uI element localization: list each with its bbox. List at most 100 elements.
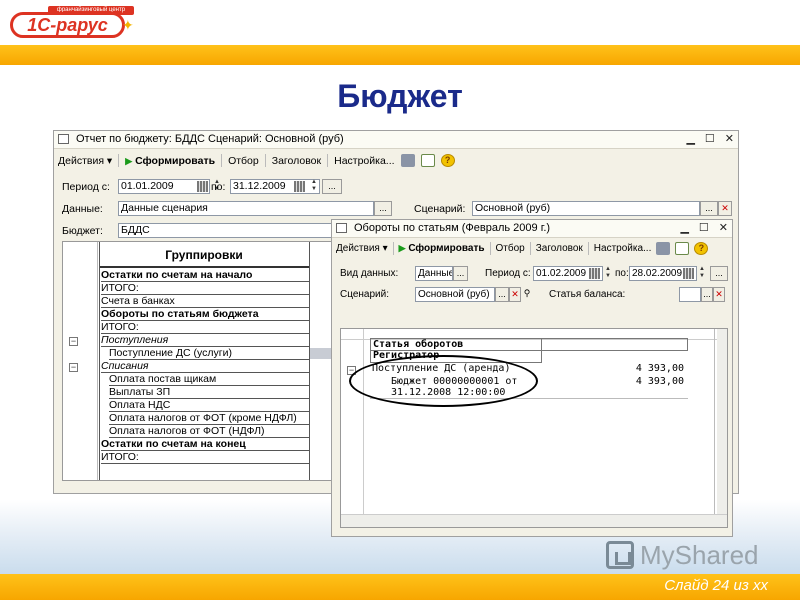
period-from-label: Период с: [62, 181, 110, 193]
collapse-icon[interactable]: − [69, 363, 78, 372]
actions-menu[interactable]: Действия ▾ [58, 155, 112, 167]
data-select-button[interactable]: ... [374, 201, 392, 216]
generate-button[interactable]: ▶ Сформировать [125, 155, 215, 167]
report-subrow-value[interactable]: 4 393,00 [542, 376, 684, 389]
vertical-scrollbar[interactable] [717, 329, 727, 527]
play-icon: ▶ [398, 243, 406, 253]
star-icon: ✦ [122, 17, 134, 33]
grid-row[interactable]: Остатки по счетам на начало [101, 269, 309, 282]
save-settings-icon[interactable] [656, 242, 671, 255]
grid-row[interactable]: Поступления [101, 334, 309, 347]
scenario-select-button[interactable]: ... [700, 201, 718, 216]
grid-row[interactable]: Оплата налогов от ФОТ (НДФЛ) [109, 425, 309, 438]
window-title: Отчет по бюджету: БДДС Сценарий: Основно… [76, 133, 344, 145]
window-icon [58, 134, 69, 144]
spin-icon[interactable]: ▲ ▼ [603, 266, 613, 281]
calendar-icon[interactable] [589, 268, 600, 279]
window-titlebar[interactable]: Отчет по бюджету: БДДС Сценарий: Основно… [54, 131, 738, 149]
toolbar-separator [264, 154, 266, 167]
close-button[interactable]: ✕ [725, 132, 734, 145]
report-row-value[interactable]: 4 393,00 [542, 363, 684, 376]
settings-button[interactable]: Настройка... [334, 155, 394, 167]
article-label: Статья баланса: [549, 289, 626, 300]
window-title: Обороты по статьям (Февраль 2009 г.) [354, 222, 551, 234]
grid-row[interactable]: Счета в банках [101, 295, 309, 308]
period-to-field[interactable]: 31.12.2009 [230, 179, 320, 194]
scenario-clear-button[interactable]: ✕ [509, 287, 521, 302]
horizontal-scrollbar[interactable] [341, 514, 727, 527]
watermark-text: MyShared [640, 539, 759, 570]
filter-button[interactable]: Отбор [228, 155, 259, 167]
calendar-icon[interactable] [197, 181, 208, 192]
grid-row[interactable]: Остатки по счетам на конец [101, 438, 309, 451]
header-button[interactable]: Заголовок [536, 243, 583, 254]
maximize-button[interactable]: ☐ [699, 221, 709, 234]
settings-button[interactable]: Настройка... [594, 243, 652, 254]
grid-row[interactable]: Оплата постав щикам [109, 373, 309, 386]
collapse-icon[interactable]: − [69, 337, 78, 346]
toolbar-separator [587, 242, 589, 255]
generate-button[interactable]: ▶ Сформировать [399, 243, 485, 254]
toolbar-separator [489, 242, 491, 255]
watermark: MyShared [606, 538, 759, 572]
data-label: Данные: [62, 203, 103, 215]
grid-row[interactable]: Списания [101, 360, 309, 373]
calendar-icon[interactable] [683, 268, 694, 279]
search-icon[interactable]: ⚲ [521, 287, 533, 302]
slide-title: Бюджет [337, 78, 463, 114]
toolbar-separator [392, 242, 394, 255]
filter-button[interactable]: Отбор [496, 243, 525, 254]
scenario-label: Сценарий: [414, 203, 466, 215]
header-button[interactable]: Заголовок [272, 155, 321, 167]
grid-row[interactable]: Оплата налогов от ФОТ (кроме НДФЛ) [109, 412, 309, 425]
period-to-label-visible: по: [211, 181, 226, 193]
grid-row[interactable]: Обороты по статьям бюджета [101, 308, 309, 321]
spin-icon[interactable]: ▲ ▼ [309, 179, 319, 194]
scenario-field[interactable]: Основной (руб) [472, 201, 700, 216]
grid-row[interactable]: Поступление ДС (услуги) [109, 347, 309, 360]
article-clear-button[interactable]: ✕ [713, 287, 725, 302]
minimize-button[interactable]: ▁ [686, 132, 694, 145]
maximize-button[interactable]: ☐ [705, 132, 715, 145]
toolbar: Действия ▾ ▶ Сформировать Отбор Заголово… [334, 239, 730, 258]
restore-settings-icon[interactable] [420, 154, 435, 167]
close-button[interactable]: ✕ [719, 221, 728, 234]
view-label: Вид данных: [340, 268, 399, 279]
grid-row[interactable]: ИТОГО: [101, 451, 309, 464]
scenario-select-button[interactable]: ... [495, 287, 509, 302]
highlight-ellipse [349, 355, 538, 407]
article-select-button[interactable]: ... [701, 287, 713, 302]
grid-row[interactable]: Оплата НДС [109, 399, 309, 412]
restore-settings-icon[interactable] [675, 242, 690, 255]
budget-field[interactable]: БДДС [118, 223, 332, 238]
window-buttons: ▁ ☐ ✕ [686, 132, 734, 145]
scenario-clear-button[interactable]: ✕ [718, 201, 732, 216]
data-field[interactable]: Данные сценария [118, 201, 374, 216]
budget-grid[interactable]: Группировки Остатки по счетам на начало … [62, 241, 336, 481]
slide-number: Слайд 24 из xx [664, 577, 768, 594]
period-select-button[interactable]: ... [322, 179, 342, 194]
top-band [0, 45, 800, 65]
grid-row[interactable]: ИТОГО: [101, 282, 309, 295]
save-settings-icon[interactable] [400, 154, 415, 167]
period-from-label: Период с: [485, 268, 531, 279]
spin-icon[interactable]: ▲ ▼ [697, 266, 707, 281]
article-field[interactable] [679, 287, 701, 302]
help-icon[interactable]: ? [440, 154, 455, 167]
watermark-icon [606, 541, 634, 569]
actions-menu[interactable]: Действия ▾ [336, 243, 388, 254]
grid-row[interactable]: Выплаты ЗП [109, 386, 309, 399]
view-field[interactable]: Данные [415, 266, 453, 281]
window-titlebar[interactable]: Обороты по статьям (Февраль 2009 г.) ▁ ☐… [332, 220, 732, 238]
minimize-button[interactable]: ▁ [680, 221, 688, 234]
period-select-button[interactable]: ... [710, 266, 728, 281]
toolbar-separator [221, 154, 223, 167]
help-icon[interactable]: ? [694, 242, 709, 255]
report-header-blank [542, 338, 688, 351]
grid-row[interactable]: ИТОГО: [101, 321, 309, 334]
view-select-button[interactable]: ... [453, 266, 468, 281]
toolbar-separator [529, 242, 531, 255]
calendar-icon[interactable] [294, 181, 305, 192]
scenario-field[interactable]: Основной (руб) [415, 287, 495, 302]
toolbar: Действия ▾ ▶ Сформировать Отбор Заголово… [56, 151, 736, 170]
